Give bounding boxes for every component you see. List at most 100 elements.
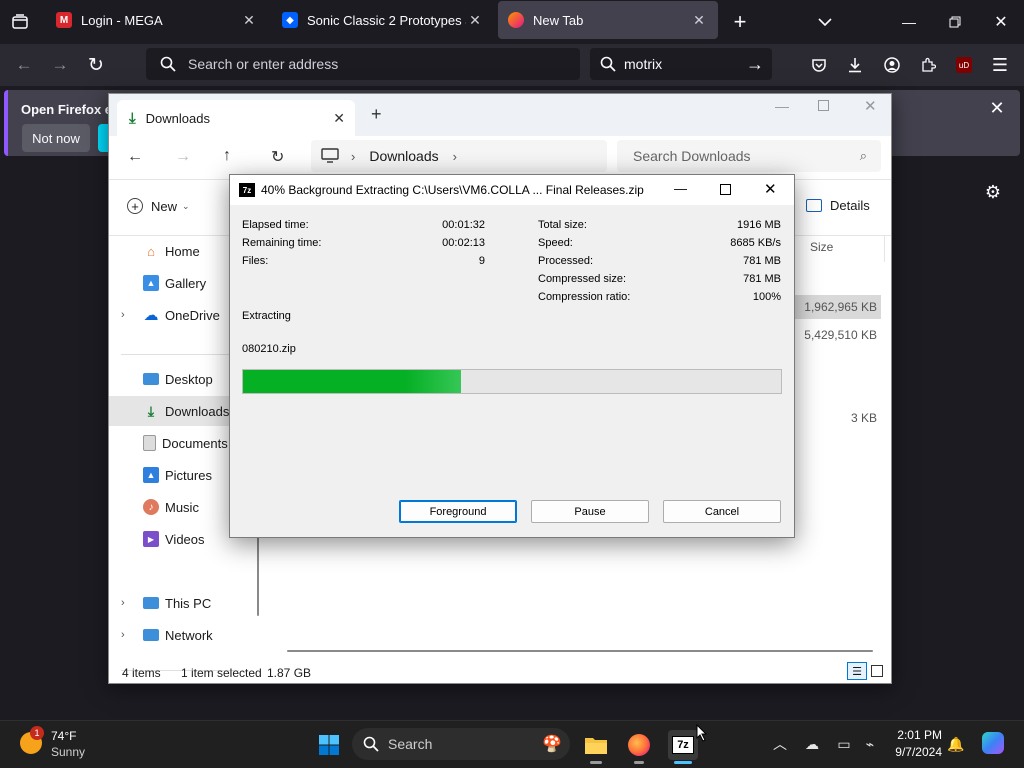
- explorer-tab-downloads[interactable]: ⤓ Downloads ✕: [117, 100, 355, 136]
- new-tab-icon[interactable]: +: [728, 9, 752, 34]
- maximize-icon[interactable]: [720, 184, 731, 195]
- explorer-titlebar: ⤓ Downloads ✕ + — ✕: [109, 94, 891, 136]
- ublock-icon[interactable]: uD: [952, 53, 976, 77]
- firefox-taskbar-icon[interactable]: [624, 730, 654, 760]
- forward-icon[interactable]: →: [175, 148, 191, 166]
- tab-list-chevron-icon[interactable]: [813, 10, 837, 34]
- not-now-button[interactable]: Not now: [22, 124, 90, 152]
- search-icon: [600, 56, 616, 72]
- nav-item-home[interactable]: ⌂ Home: [109, 236, 231, 266]
- column-header-size[interactable]: Size: [810, 240, 833, 254]
- hamburger-menu-icon[interactable]: ☰: [988, 53, 1012, 77]
- nav-label: OneDrive: [165, 307, 220, 323]
- file-explorer-taskbar-icon[interactable]: [581, 730, 611, 760]
- new-button[interactable]: + New ⌄: [127, 198, 190, 214]
- up-icon[interactable]: ↑: [223, 147, 231, 165]
- pictures-icon: ▲: [143, 467, 159, 483]
- reload-icon[interactable]: ↻: [84, 53, 108, 77]
- weather-temp[interactable]: 74°F: [51, 729, 76, 743]
- close-tab-icon[interactable]: ✕: [240, 12, 258, 29]
- tiles-view-icon[interactable]: [871, 665, 883, 677]
- total-size-label: Total size:: [538, 219, 587, 231]
- close-notification-icon[interactable]: ✕: [985, 96, 1009, 120]
- weather-condition[interactable]: Sunny: [51, 745, 85, 759]
- compression-ratio-label: Compression ratio:: [538, 291, 631, 303]
- go-arrow-icon[interactable]: →: [746, 54, 764, 75]
- windows-start-icon[interactable]: [314, 730, 344, 760]
- network-tray-icon[interactable]: ⌁: [860, 734, 880, 754]
- foreground-button[interactable]: Foreground: [399, 500, 517, 523]
- details-view-icon[interactable]: ☰: [847, 662, 867, 680]
- minimize-icon[interactable]: —: [775, 98, 789, 114]
- explorer-status-bar: 4 items 1 item selected 1.87 GB ☰: [109, 659, 891, 683]
- minimize-icon[interactable]: —: [674, 181, 687, 196]
- nav-item-videos[interactable]: ▶ Videos: [109, 524, 231, 554]
- horizontal-scrollbar[interactable]: [287, 650, 873, 652]
- file-row-size[interactable]: 5,429,510 KB: [795, 323, 881, 347]
- tab-new-tab[interactable]: New Tab ✕: [498, 1, 718, 39]
- close-tab-icon[interactable]: ✕: [690, 12, 708, 29]
- explorer-search-box[interactable]: Search Downloads ⌕: [617, 140, 881, 172]
- nav-item-desktop[interactable]: Desktop: [109, 364, 231, 394]
- search-highlight-icon: 🍄: [542, 736, 562, 753]
- minimize-icon[interactable]: —: [897, 10, 921, 34]
- expand-chevron-icon[interactable]: ›: [121, 629, 125, 641]
- nav-label: Documents: [162, 435, 228, 451]
- nav-scrollbar[interactable]: [257, 534, 259, 616]
- back-icon[interactable]: ←: [127, 148, 143, 166]
- downloads-icon[interactable]: [843, 53, 867, 77]
- display-tray-icon[interactable]: ▭: [834, 734, 854, 754]
- file-row-selected-size[interactable]: 1,962,965 KB: [795, 295, 881, 319]
- sevenzip-taskbar-icon[interactable]: 7z: [668, 730, 698, 760]
- forward-icon[interactable]: →: [48, 53, 72, 77]
- extensions-icon[interactable]: [916, 53, 940, 77]
- nav-item-pictures[interactable]: ▲ Pictures: [109, 460, 231, 490]
- pause-button[interactable]: Pause: [531, 500, 649, 523]
- back-icon[interactable]: ←: [12, 53, 36, 77]
- file-row-size[interactable]: 3 KB: [795, 406, 881, 430]
- nav-item-this-pc[interactable]: › This PC: [109, 588, 231, 618]
- close-window-icon[interactable]: ✕: [989, 10, 1013, 34]
- close-window-icon[interactable]: ✕: [864, 97, 877, 115]
- pocket-icon[interactable]: [807, 53, 831, 77]
- nav-label: Desktop: [165, 371, 213, 387]
- breadcrumb[interactable]: › Downloads ›: [311, 140, 607, 172]
- tab-dropbox[interactable]: ◆ Sonic Classic 2 Prototypes and ✕: [272, 0, 494, 40]
- clock-time[interactable]: 2:01 PM: [888, 728, 942, 742]
- nav-item-documents[interactable]: Documents: [109, 428, 231, 458]
- tab-overview-icon[interactable]: [8, 10, 32, 34]
- restore-icon[interactable]: [943, 10, 967, 34]
- close-icon[interactable]: ✕: [764, 180, 777, 198]
- taskbar-search[interactable]: Search 🍄: [352, 728, 570, 760]
- nav-item-onedrive[interactable]: › ☁ OneDrive: [109, 300, 231, 330]
- search-bar[interactable]: motrix →: [590, 48, 772, 80]
- tab-mega[interactable]: M Login - MEGA ✕: [46, 0, 268, 40]
- nav-item-network[interactable]: › Network: [109, 620, 231, 650]
- nav-item-music[interactable]: ♪ Music: [109, 492, 231, 522]
- close-tab-icon[interactable]: ✕: [466, 12, 484, 29]
- onedrive-tray-icon[interactable]: ☁: [802, 734, 822, 754]
- expand-chevron-icon[interactable]: ›: [121, 597, 125, 609]
- progress-fill: [243, 370, 461, 393]
- expand-chevron-icon[interactable]: ›: [121, 309, 125, 321]
- nav-item-gallery[interactable]: ▲ Gallery: [109, 268, 231, 298]
- account-icon[interactable]: [880, 53, 904, 77]
- details-label: Details: [830, 198, 870, 213]
- copilot-icon[interactable]: [982, 732, 1004, 754]
- breadcrumb-chevron-icon[interactable]: ›: [453, 149, 457, 164]
- tray-overflow-chevron-icon[interactable]: ︿: [770, 734, 790, 754]
- new-tab-icon[interactable]: +: [371, 104, 382, 125]
- cancel-button[interactable]: Cancel: [663, 500, 781, 523]
- url-bar[interactable]: Search or enter address: [146, 48, 580, 80]
- extraction-progress-bar: [242, 369, 782, 394]
- nav-item-downloads[interactable]: ⤓ Downloads: [109, 396, 231, 426]
- maximize-icon[interactable]: [818, 100, 829, 111]
- music-icon: ♪: [143, 499, 159, 515]
- breadcrumb-current: Downloads: [369, 148, 439, 164]
- settings-gear-icon[interactable]: ⚙: [981, 180, 1005, 204]
- clock-date[interactable]: 9/7/2024: [882, 745, 942, 759]
- refresh-icon[interactable]: ↻: [271, 147, 284, 167]
- notifications-bell-icon[interactable]: 🔔: [946, 734, 966, 754]
- details-pane-button[interactable]: Details: [806, 198, 870, 213]
- close-tab-icon[interactable]: ✕: [333, 110, 345, 127]
